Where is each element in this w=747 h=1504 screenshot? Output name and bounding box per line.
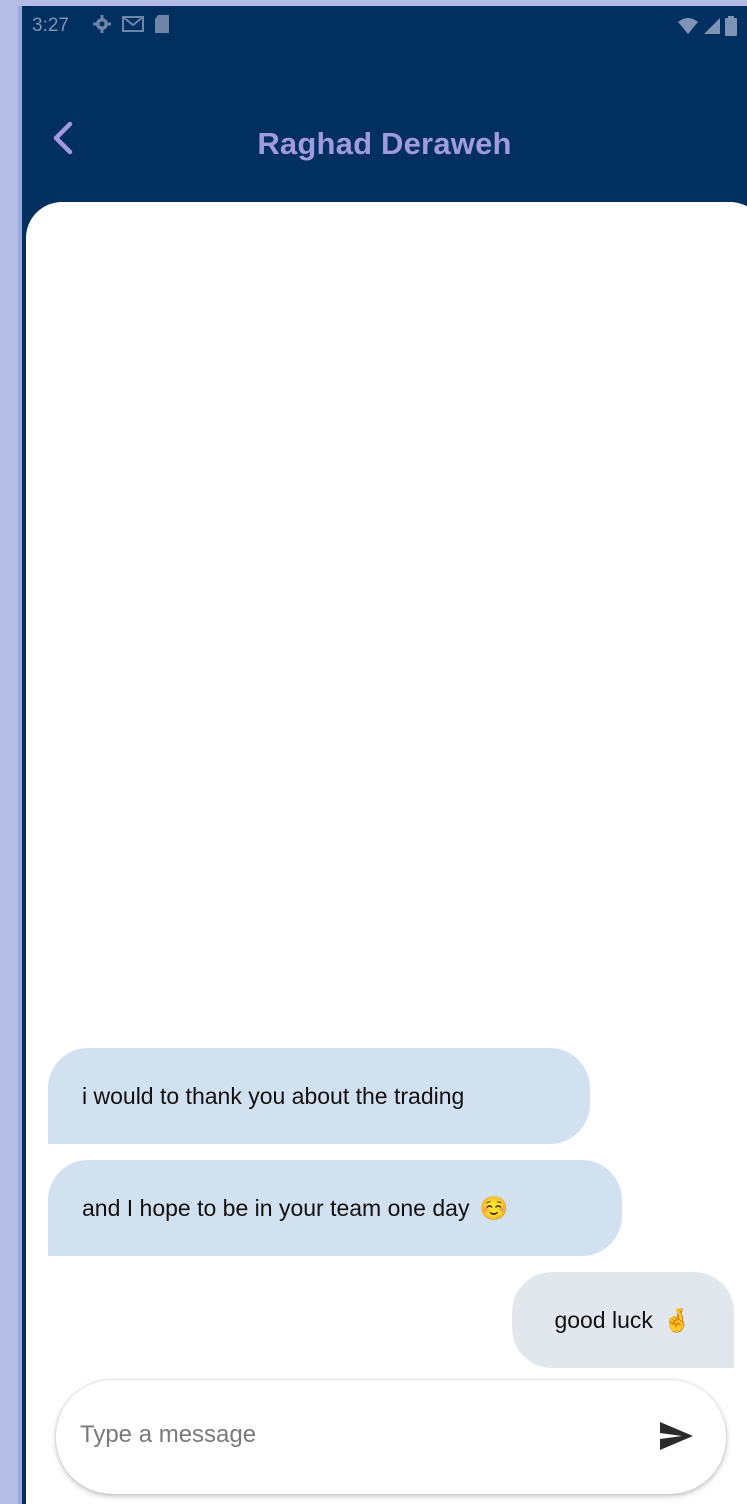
message-input[interactable] bbox=[78, 1408, 622, 1462]
message-text: and I hope to be in your team one day bbox=[82, 1194, 470, 1221]
crossed-fingers-emoji-icon: 🤞 bbox=[662, 1306, 692, 1333]
message-bubble-incoming[interactable]: and I hope to be in your team one day ☺️ bbox=[48, 1160, 622, 1256]
message-text: good luck bbox=[554, 1306, 653, 1333]
window-frame-top bbox=[0, 0, 747, 6]
gear-icon bbox=[92, 14, 112, 40]
app-header: Raghad Deraweh bbox=[22, 90, 747, 190]
status-notification-icons bbox=[92, 14, 170, 40]
message-bubble-outgoing[interactable]: good luck 🤞 bbox=[512, 1272, 734, 1368]
status-time: 3:27 bbox=[32, 15, 69, 36]
contact-name-title: Raghad Deraweh bbox=[257, 126, 512, 161]
signal-icon bbox=[703, 17, 721, 41]
battery-icon bbox=[725, 16, 737, 42]
send-button[interactable] bbox=[656, 1416, 696, 1456]
status-bar: 3:27 bbox=[22, 6, 747, 46]
phone-screen: 3:27 Raghad Deraweh i would to thank you… bbox=[22, 0, 747, 1504]
gmail-icon bbox=[122, 15, 144, 39]
smiling-face-emoji-icon: ☺️ bbox=[479, 1194, 509, 1221]
send-icon bbox=[656, 1422, 696, 1460]
message-bubble-incoming[interactable]: i would to thank you about the trading bbox=[48, 1048, 590, 1144]
wifi-icon bbox=[677, 17, 699, 41]
sd-card-icon bbox=[154, 14, 170, 40]
message-text: i would to thank you about the trading bbox=[82, 1082, 465, 1109]
message-composer bbox=[56, 1380, 726, 1494]
status-system-icons bbox=[677, 16, 737, 42]
